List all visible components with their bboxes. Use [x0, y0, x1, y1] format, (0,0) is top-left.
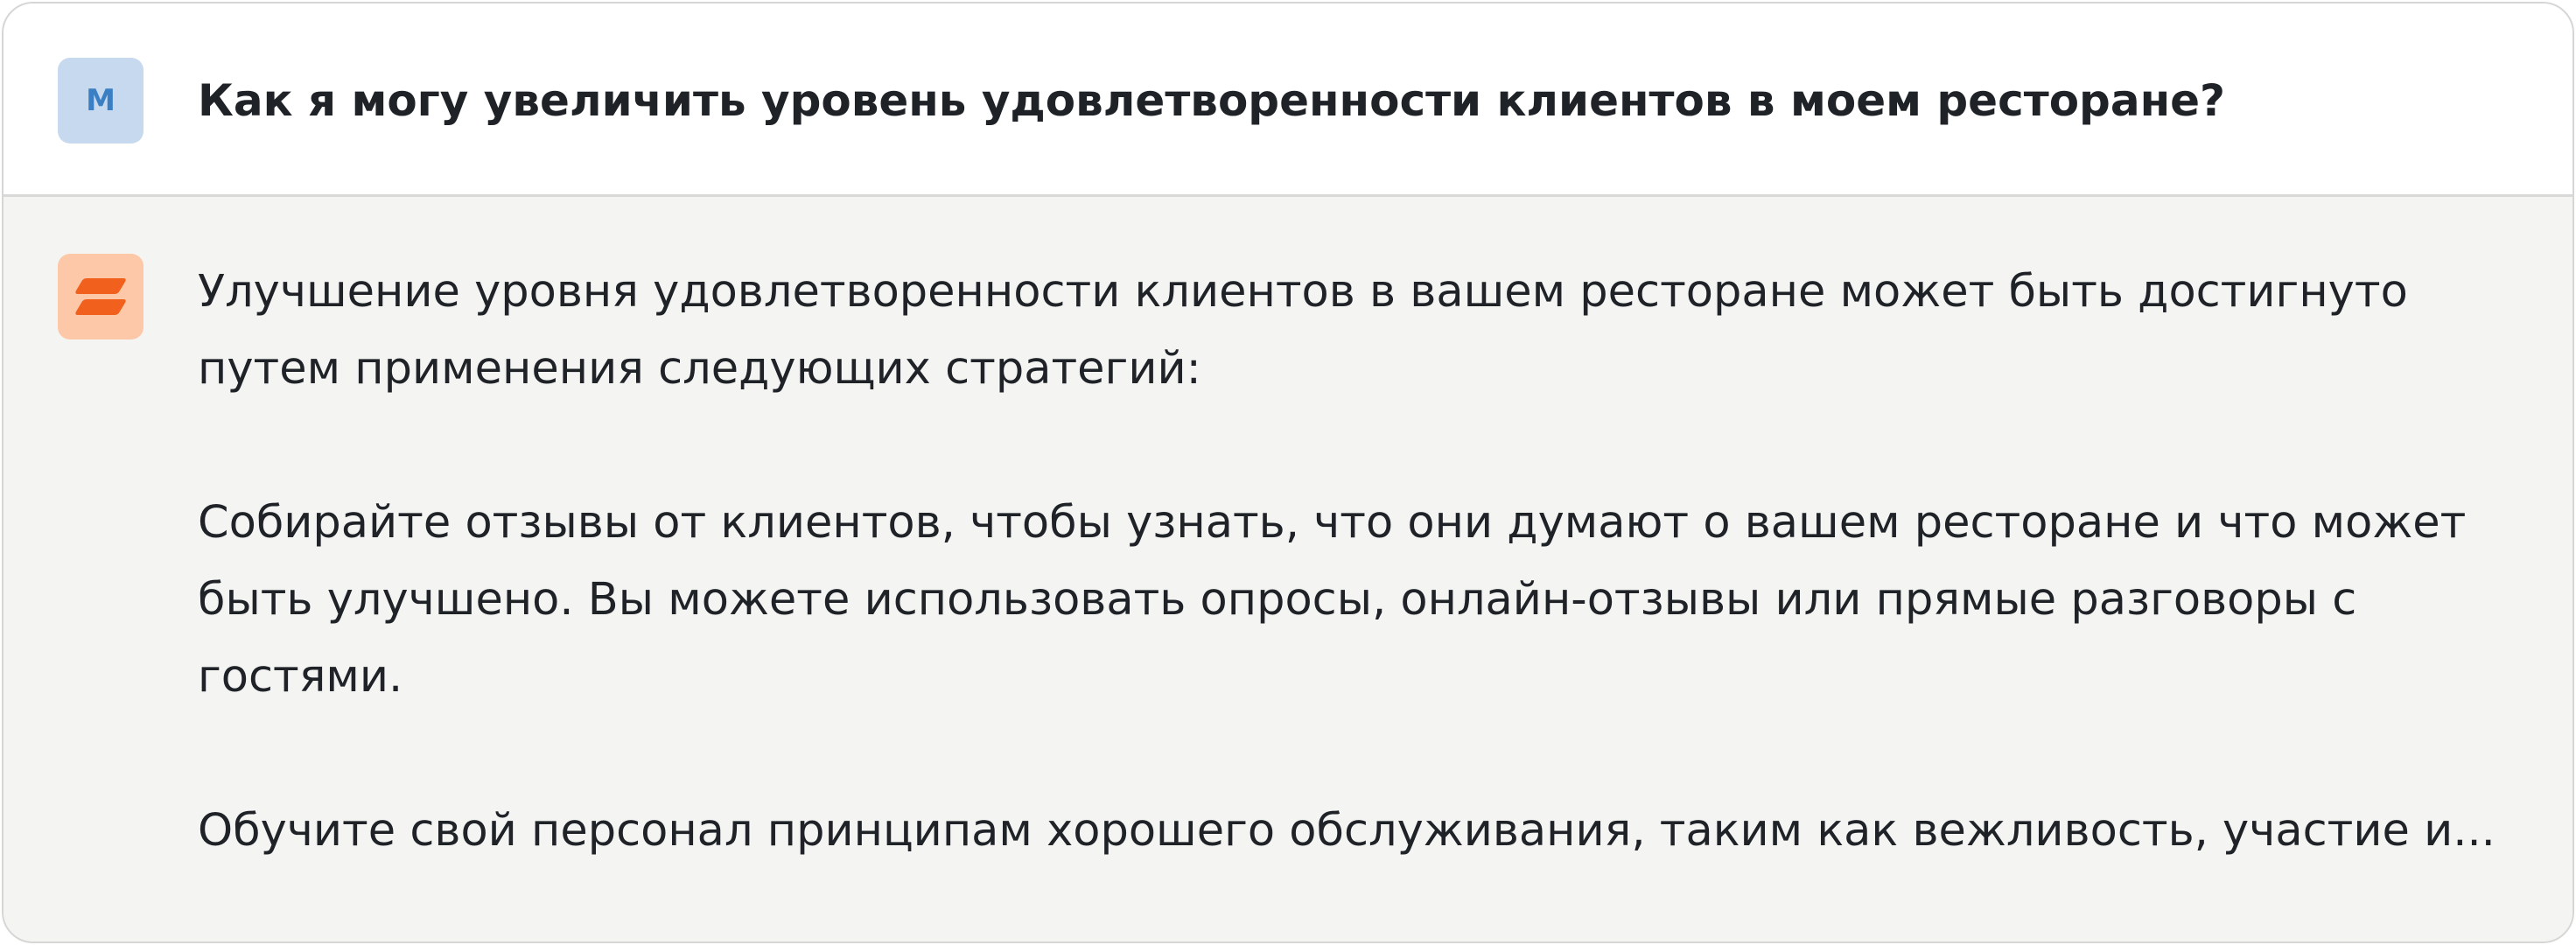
- assistant-paragraph: Обучите свой персонал принципам хорошего…: [198, 805, 2496, 857]
- chat-card: M Как я могу увеличить уровень удовлетво…: [2, 2, 2574, 943]
- assistant-message-text: Улучшение уровня удовлетворенности клиен…: [198, 254, 2525, 870]
- user-message: M Как я могу увеличить уровень удовлетво…: [4, 4, 2572, 197]
- brand-logo-icon: [75, 278, 126, 315]
- user-avatar: M: [58, 58, 144, 144]
- assistant-message: Улучшение уровня удовлетворенности клиен…: [4, 197, 2572, 942]
- assistant-paragraph: Улучшение уровня удовлетворенности клиен…: [198, 266, 2408, 395]
- user-avatar-initial: M: [86, 83, 116, 118]
- assistant-avatar: [58, 254, 144, 340]
- assistant-paragraph: Собирайте отзывы от клиентов, чтобы узна…: [198, 497, 2467, 703]
- user-message-text: Как я могу увеличить уровень удовлетворе…: [198, 75, 2226, 126]
